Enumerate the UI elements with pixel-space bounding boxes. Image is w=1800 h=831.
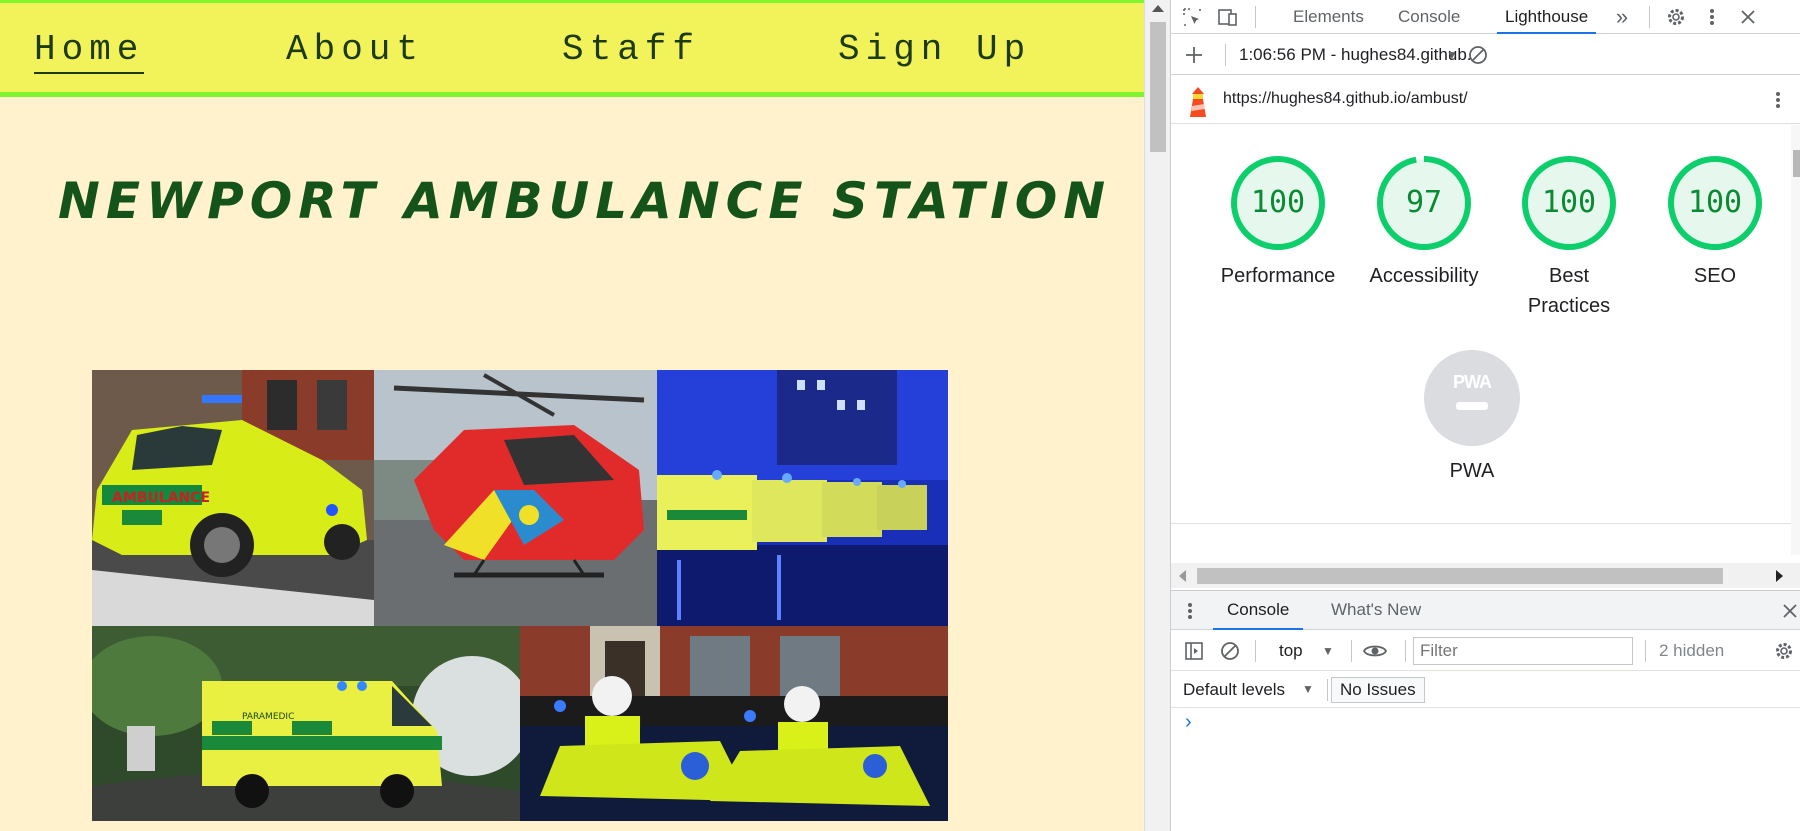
pwa-badge: PWA [1424, 350, 1520, 446]
gear-icon[interactable] [1665, 6, 1687, 28]
scroll-left-arrow-icon[interactable] [1179, 570, 1186, 582]
score-value: 97 [1405, 185, 1443, 220]
lighthouse-logo-icon [1185, 86, 1211, 117]
pwa-badge-text: PWA [1452, 372, 1492, 392]
close-icon[interactable] [1737, 6, 1759, 28]
toolbar-divider [1255, 6, 1256, 28]
devtools-panel: Elements Console Lighthouse » 1:06:56 PM… [1170, 0, 1800, 831]
score-label: Performance [1220, 265, 1336, 287]
tab-lighthouse[interactable]: Lighthouse [1497, 0, 1597, 34]
score-gauge-accessibility[interactable]: 97 Accessibility [1359, 155, 1489, 291]
toolbar-divider [1327, 679, 1328, 701]
svg-text:AMBULANCE: AMBULANCE [112, 490, 210, 506]
scrollbar-thumb[interactable] [1793, 150, 1800, 177]
score-gauge-performance[interactable]: 100 Performance [1213, 155, 1343, 291]
toolbar-divider [1225, 44, 1226, 66]
pwa-label: PWA [1449, 460, 1495, 482]
website-viewport: Home About Staff Sign Up NEWPORT AMBULAN… [0, 0, 1144, 831]
toolbar-divider [1645, 640, 1646, 662]
score-ring: 100 [1521, 155, 1617, 251]
context-selector[interactable]: top [1279, 641, 1303, 661]
score-gauge-seo[interactable]: 100 SEO [1650, 155, 1780, 291]
tab-console[interactable]: Console [1398, 0, 1460, 34]
score-ring: 100 [1230, 155, 1326, 251]
console-prompt-chevron-icon: › [1185, 711, 1192, 733]
caret-down-icon[interactable]: ▼ [1317, 640, 1339, 662]
audited-url[interactable]: https://hughes84.github.io/ambust/ [1223, 90, 1468, 108]
photo-collage: AMBULANCE PARAMEDIC [92, 370, 948, 821]
console-levels-bar: Default levels ▼ No Issues [1171, 672, 1800, 708]
caret-down-icon[interactable]: ▼ [1297, 678, 1319, 700]
close-icon[interactable] [1779, 600, 1800, 622]
score-label: Accessibility [1369, 265, 1479, 287]
paramedic-motorcycles-photo [520, 626, 948, 821]
console-input-area[interactable]: › [1171, 709, 1800, 831]
site-navbar: Home About Staff Sign Up [0, 0, 1144, 97]
nav-link-sign-up[interactable]: Sign Up [838, 29, 1031, 70]
toolbar-divider [1351, 640, 1352, 662]
drawer-tabbar: Console What's New [1171, 590, 1800, 630]
device-toolbar-icon[interactable] [1217, 6, 1239, 28]
inspect-element-icon[interactable] [1181, 6, 1203, 28]
toolbar-divider [1649, 6, 1650, 28]
log-levels-dropdown[interactable]: Default levels [1183, 680, 1285, 700]
drawer-tab-console[interactable]: Console [1213, 591, 1304, 630]
nav-link-about[interactable]: About [286, 29, 424, 70]
score-gauge-best-practices[interactable]: 100 Best Practices [1504, 155, 1634, 321]
page-title: NEWPORT AMBULANCE STATION [58, 172, 1112, 230]
clear-reports-icon[interactable] [1467, 44, 1489, 66]
clear-console-icon[interactable] [1219, 640, 1241, 662]
devtools-tabbar: Elements Console Lighthouse » [1171, 0, 1800, 34]
hidden-messages-count: 2 hidden [1659, 641, 1725, 660]
nav-link-staff[interactable]: Staff [562, 29, 700, 70]
report-vertical-scrollbar[interactable] [1791, 125, 1800, 555]
drawer-tab-whats-new[interactable]: What's New [1321, 591, 1431, 630]
toolbar-divider [1255, 640, 1256, 662]
sidebar-toggle-icon[interactable] [1183, 640, 1205, 662]
score-label: Best Practices [1527, 265, 1611, 317]
more-vertical-icon[interactable] [1767, 89, 1789, 111]
nav-link-home[interactable]: Home [34, 29, 145, 74]
scroll-up-arrow-icon[interactable] [1152, 5, 1164, 12]
console-toolbar: top ▼ 2 hidden [1171, 631, 1800, 671]
score-label: SEO [1693, 265, 1737, 287]
score-value: 100 [1687, 185, 1743, 220]
lighthouse-report: 100 Performance 97 Accessibility 100 Bes… [1171, 125, 1791, 525]
issues-button[interactable]: No Issues [1331, 677, 1425, 703]
report-selector[interactable]: 1:06:56 PM - hughes84.github. [1239, 45, 1472, 65]
chevron-double-right-icon[interactable]: » [1611, 6, 1633, 28]
score-ring: 100 [1667, 155, 1763, 251]
new-report-plus-icon[interactable] [1183, 44, 1205, 66]
paramedic-unit-photo: PARAMEDIC [92, 626, 520, 821]
eye-icon[interactable] [1362, 640, 1388, 662]
divider [1171, 523, 1791, 524]
score-value: 100 [1250, 185, 1306, 220]
lighthouse-url-bar: https://hughes84.github.io/ambust/ [1171, 76, 1800, 124]
night-ambulances-photo [657, 370, 948, 626]
air-ambulance-helicopter-photo [374, 370, 657, 626]
caret-down-icon[interactable]: ▼ [1441, 44, 1463, 66]
scroll-right-arrow-icon[interactable] [1776, 570, 1783, 582]
gear-icon[interactable] [1773, 640, 1795, 662]
lighthouse-toolbar: 1:06:56 PM - hughes84.github. ▼ [1171, 35, 1800, 75]
score-value: 100 [1541, 185, 1597, 220]
svg-text:PARAMEDIC: PARAMEDIC [242, 712, 294, 722]
toolbar-divider [1405, 640, 1406, 662]
pwa-dash-icon [1456, 402, 1488, 410]
tab-elements[interactable]: Elements [1293, 0, 1364, 34]
score-ring: 97 [1376, 155, 1472, 251]
scrollbar-thumb[interactable] [1197, 568, 1723, 584]
more-vertical-icon[interactable] [1179, 600, 1201, 622]
report-horizontal-scrollbar[interactable] [1171, 563, 1800, 588]
pwa-badge-gauge[interactable]: PWA PWA [1407, 350, 1537, 486]
rapid-response-car-photo: AMBULANCE [92, 370, 374, 626]
website-scrollbar[interactable] [1144, 0, 1170, 831]
scrollbar-thumb[interactable] [1150, 22, 1166, 152]
console-filter-input[interactable] [1413, 637, 1633, 665]
more-vertical-icon[interactable] [1701, 6, 1723, 28]
